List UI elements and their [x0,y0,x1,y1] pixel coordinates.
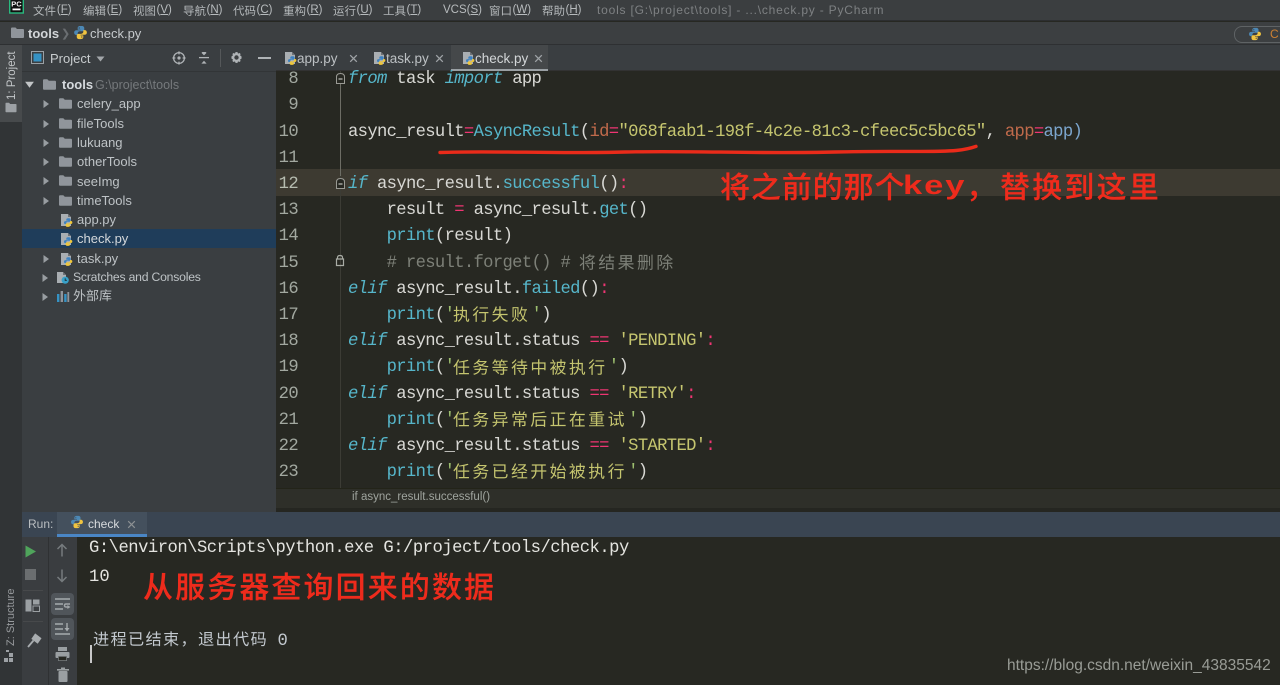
svg-text:1: Project: 1: Project [6,51,18,100]
svg-text:PC: PC [11,0,22,9]
svg-text:Z: Structure: Z: Structure [5,589,17,646]
